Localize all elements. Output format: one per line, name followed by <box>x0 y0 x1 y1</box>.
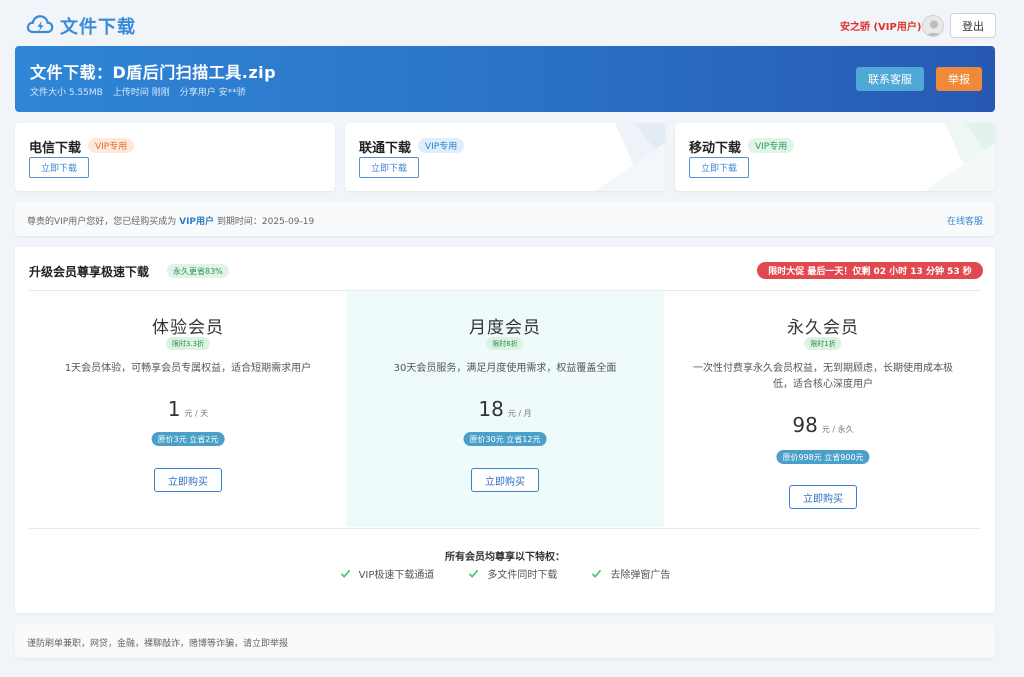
plan-card-lifetime: 永久会员 限时1折 一次性付费享永久会员权益，无到期顾虑，长期使用成本极低，适合… <box>664 291 982 527</box>
file-banner: 文件下载：D盾后门扫描工具.zip 文件大小 5.55MB 上传时间 刚刚 分享… <box>15 46 995 112</box>
fraud-warning-bar: 谨防刷单兼职，网贷，金融，裸聊敲诈，赌博等诈骗，请立即举报 <box>15 624 995 658</box>
file-title: 文件下载：D盾后门扫描工具.zip <box>30 63 277 82</box>
upload-time: 上传时间 刚刚 <box>112 88 170 98</box>
privilege-item: 多文件同时下载 <box>468 566 557 581</box>
save-badge: 永久更省83% <box>167 264 229 278</box>
report-button[interactable]: 举报 <box>936 67 982 91</box>
download-button-telecom[interactable]: 立即下载 <box>29 157 89 178</box>
share-user: 分享用户 安**骄 <box>179 88 246 98</box>
buy-button-trial[interactable]: 立即购买 <box>154 468 222 492</box>
top-bar: 文件下载 安之骄 (VIP用户) 登出 <box>0 0 1024 46</box>
plan-discount-badge: 限时6折 <box>486 337 524 350</box>
check-icon <box>592 569 602 578</box>
buy-button-lifetime[interactable]: 立即购买 <box>789 485 857 509</box>
divider <box>29 528 981 529</box>
privilege-label: VIP极速下载通道 <box>358 570 435 581</box>
fraud-warning-text: 谨防刷单兼职，网贷，金融，裸聊敲诈，赌博等诈骗，请立即举报 <box>27 639 289 649</box>
privilege-list: VIP极速下载通道 多文件同时下载 去除弹窗广告 <box>15 566 995 581</box>
privilege-label: 去除弹窗广告 <box>610 570 671 581</box>
avatar[interactable] <box>922 15 944 37</box>
download-button-unicom[interactable]: 立即下载 <box>359 157 419 178</box>
download-button-mobile[interactable]: 立即下载 <box>689 157 749 178</box>
vip-only-tag: VIP专用 <box>748 138 795 153</box>
price-unit: 元 / 永久 <box>821 425 854 434</box>
online-service-link[interactable]: 在线客服 <box>947 214 983 227</box>
plan-description: 一次性付费享永久会员权益，无到期顾虑，长期使用成本极低，适合核心深度用户 <box>693 363 953 390</box>
vip-notice-bar: 尊贵的VIP用户您好，您已经购买成为 VIP用户 到期时间：2025-09-19… <box>15 202 995 236</box>
user-name[interactable]: 安之骄 (VIP用户) <box>840 18 921 33</box>
original-price-badge: 原价3元 立省2元 <box>151 432 225 446</box>
plan-card-monthly: 月度会员 限时6折 30天会员服务，满足月度使用需求，权益覆盖全面 18 元 /… <box>346 291 664 527</box>
notice-expiry: 到期时间：2025-09-19 <box>214 217 315 227</box>
file-size: 文件大小 5.55MB <box>30 88 103 98</box>
plan-price: 18 元 / 月 <box>346 397 664 421</box>
price-unit: 元 / 天 <box>184 409 209 418</box>
card-decoration <box>925 123 995 191</box>
price-amount: 98 <box>792 413 818 437</box>
card-decoration <box>595 123 665 191</box>
privilege-title: 所有会员均尊享以下特权： <box>445 552 565 563</box>
check-icon <box>340 569 350 578</box>
plan-card-trial: 体验会员 限时3.3折 1天会员体验，可畅享会员专属权益，适合短期需求用户 1 … <box>29 291 347 527</box>
privilege-label: 多文件同时下载 <box>487 570 558 581</box>
plan-name: 体验会员 <box>152 318 224 338</box>
plan-price: 98 元 / 永久 <box>664 413 982 437</box>
notice-prefix: 尊贵的VIP用户您好，您已经购买成为 <box>27 217 180 227</box>
download-card-title: 联通下载 <box>359 141 412 156</box>
notice-vip-label: VIP用户 <box>179 217 215 227</box>
original-price-badge: 原价30元 立省12元 <box>463 432 547 446</box>
promo-countdown-badge: 限时大促 最后一天！仅剩 02 小时 13 分钟 53 秒 <box>757 262 983 279</box>
privilege-item: 去除弹窗广告 <box>591 566 670 581</box>
price-unit: 元 / 月 <box>507 409 532 418</box>
original-price-badge: 原价998元 立省900元 <box>776 450 870 464</box>
logout-button[interactable]: 登出 <box>950 13 996 38</box>
plan-price: 1 元 / 天 <box>29 397 347 421</box>
price-amount: 18 <box>478 397 504 421</box>
plan-name: 月度会员 <box>469 318 541 338</box>
membership-panel: 升级会员尊享极速下载 永久更省83% 限时大促 最后一天！仅剩 02 小时 13… <box>15 247 995 613</box>
cloud-download-icon <box>26 12 54 40</box>
download-card-telecom: 电信下载 VIP专用 立即下载 <box>15 123 335 191</box>
logo[interactable]: 文件下载 <box>26 12 136 40</box>
contact-service-button[interactable]: 联系客服 <box>856 67 924 91</box>
download-card-mobile: 移动下载 VIP专用 立即下载 <box>675 123 995 191</box>
download-card-unicom: 联通下载 VIP专用 立即下载 <box>345 123 665 191</box>
plan-description: 1天会员体验，可畅享会员专属权益，适合短期需求用户 <box>64 363 312 374</box>
membership-title: 升级会员尊享极速下载 <box>29 265 150 279</box>
privilege-item: VIP极速下载通道 <box>340 566 435 581</box>
vip-only-tag: VIP专用 <box>418 138 465 153</box>
price-amount: 1 <box>167 397 181 421</box>
vip-only-tag: VIP专用 <box>88 138 135 153</box>
vip-notice-text: 尊贵的VIP用户您好，您已经购买成为 VIP用户 到期时间：2025-09-19 <box>27 214 314 227</box>
plan-discount-badge: 限时3.3折 <box>165 337 211 350</box>
file-meta: 文件大小 5.55MB 上传时间 刚刚 分享用户 安**骄 <box>30 85 246 98</box>
logo-text: 文件下载 <box>60 17 136 38</box>
download-card-title: 电信下载 <box>29 141 82 156</box>
plan-discount-badge: 限时1折 <box>804 337 842 350</box>
plan-description: 30天会员服务，满足月度使用需求，权益覆盖全面 <box>393 363 617 374</box>
check-icon <box>469 569 479 578</box>
plan-name: 永久会员 <box>787 318 859 338</box>
download-card-title: 移动下载 <box>689 141 742 156</box>
buy-button-monthly[interactable]: 立即购买 <box>471 468 539 492</box>
